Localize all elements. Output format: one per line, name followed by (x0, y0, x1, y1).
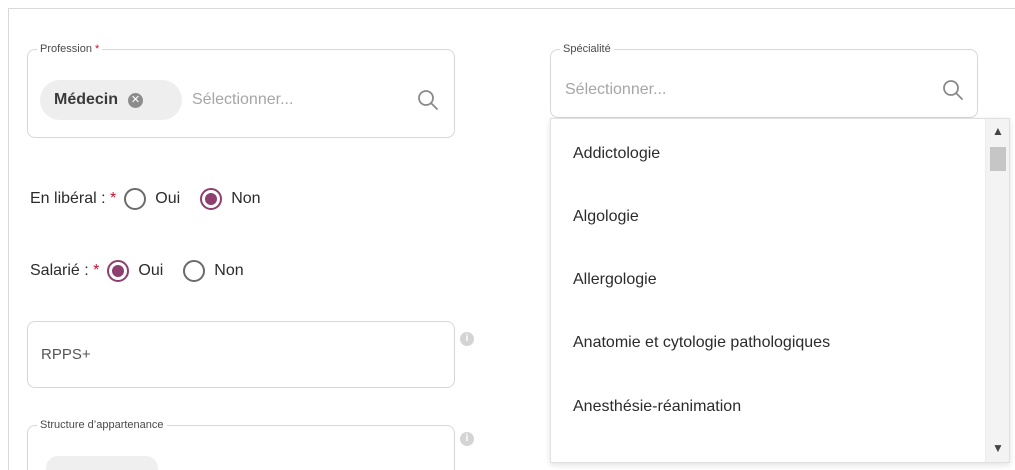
scrollbar-thumb[interactable] (990, 147, 1006, 171)
specialite-dropdown-list: Addictologie Algologie Allergologie Anat… (550, 118, 1010, 463)
chevron-down-icon[interactable]: ▼ (986, 438, 1009, 458)
info-icon[interactable]: i (460, 432, 474, 446)
liberal-radio-group: En libéral : * Oui Non (30, 188, 273, 210)
liberal-non-radio[interactable] (200, 188, 223, 210)
profession-chip-label: Médecin (54, 91, 119, 108)
rpps-input[interactable]: RPPS+ (41, 346, 91, 363)
salarie-non-label[interactable]: Non (214, 262, 243, 280)
liberal-non-label[interactable]: Non (231, 190, 260, 208)
chevron-up-icon[interactable]: ▲ (986, 121, 1009, 141)
list-item[interactable]: Anesthésie-réanimation (573, 398, 741, 416)
dropdown-scrollbar[interactable]: ▲ ▼ (985, 119, 1009, 462)
structure-chip (46, 456, 158, 470)
profession-legend: Profession * (37, 42, 103, 56)
search-icon[interactable] (416, 88, 440, 112)
liberal-oui-label[interactable]: Oui (155, 190, 180, 208)
specialite-legend: Spécialité (560, 42, 614, 56)
list-item[interactable]: Allergologie (573, 271, 657, 289)
info-icon[interactable]: i (460, 332, 474, 346)
salarie-oui-radio[interactable] (107, 260, 130, 282)
structure-legend: Structure d’appartenance (37, 418, 167, 432)
salarie-radio-group: Salarié : * Oui Non (30, 260, 256, 282)
structure-field[interactable]: Structure d’appartenance (27, 418, 455, 470)
specialite-search-input[interactable]: Sélectionner... (565, 81, 666, 99)
profession-search-input[interactable]: Sélectionner... (192, 91, 293, 109)
profession-field[interactable]: Profession * Médecin ✕ Sélectionner... (27, 42, 455, 138)
liberal-label: En libéral : * (30, 190, 117, 207)
rpps-field[interactable]: RPPS+ (27, 321, 455, 388)
salarie-label: Salarié : * (30, 262, 100, 279)
profession-chip: Médecin ✕ (40, 80, 182, 120)
search-icon[interactable] (941, 78, 965, 102)
specialite-field[interactable]: Spécialité Sélectionner... (550, 42, 978, 118)
list-item[interactable]: Algologie (573, 208, 639, 226)
list-item[interactable]: Anatomie et cytologie pathologiques (573, 334, 830, 352)
liberal-oui-radio[interactable] (124, 188, 147, 210)
close-circle-icon[interactable]: ✕ (128, 92, 144, 108)
salarie-non-radio[interactable] (183, 260, 206, 282)
salarie-oui-label[interactable]: Oui (138, 262, 163, 280)
list-item[interactable]: Addictologie (573, 145, 660, 163)
